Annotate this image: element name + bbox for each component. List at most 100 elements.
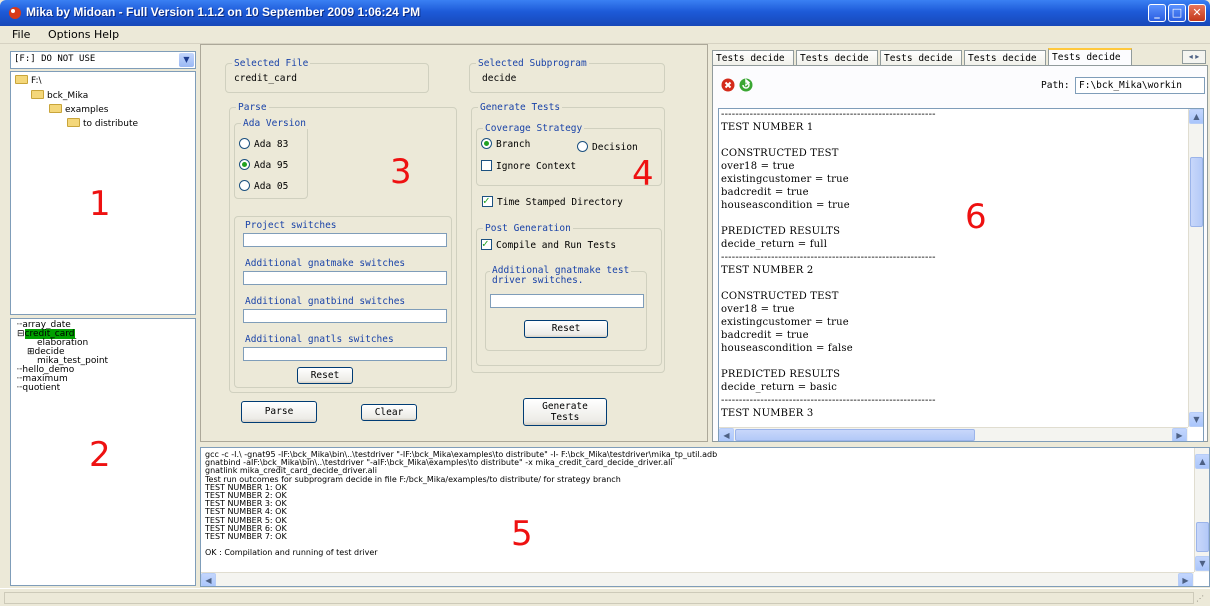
switches-group: Project switches Additional gnatmake swi… — [234, 216, 452, 388]
console-vertical-scrollbar[interactable]: ▲ ▼ — [1194, 448, 1209, 572]
parse-label: Parse — [236, 102, 269, 113]
selected-file-value: credit_card — [234, 73, 297, 84]
time-stamped-checkbox[interactable]: Time Stamped Directory — [482, 194, 623, 208]
drive-select[interactable]: [F:] DO NOT USE ▼ — [10, 51, 196, 69]
gnatmake-switches-input[interactable] — [243, 271, 447, 285]
radio-selected-icon — [481, 138, 492, 149]
generate-tests-label: Generate Tests — [478, 102, 563, 113]
gnatmake-switches-label: Additional gnatmake switches — [245, 258, 406, 269]
radio-icon — [239, 138, 250, 149]
radio-decision[interactable]: Decision — [577, 141, 638, 153]
driver-switches-input[interactable] — [490, 294, 644, 308]
tab-tests-decide-4[interactable]: Tests decide — [964, 50, 1046, 66]
menu-options[interactable]: Options — [48, 28, 90, 41]
test-results-area[interactable]: ----------------------------------------… — [718, 108, 1204, 442]
annotation-5: 5 — [511, 514, 533, 554]
menu-help[interactable]: Help — [94, 28, 119, 41]
ada-version-label: Ada Version — [241, 118, 308, 129]
title-bar[interactable]: Mika by Midoan - Full Version 1.1.2 on 1… — [0, 0, 1210, 26]
parse-group: Parse Ada Version Ada 83 Ada 95 Ada 05 3… — [229, 102, 457, 393]
folder-tree-item[interactable]: to distribute — [67, 118, 138, 129]
tab-bar: Tests decide Tests decide Tests decide T… — [712, 48, 1210, 67]
folder-icon — [15, 75, 28, 84]
menu-bar: File Options Help — [0, 26, 1210, 44]
minimize-button[interactable]: _ — [1148, 4, 1166, 22]
compile-run-checkbox[interactable]: Compile and Run Tests — [481, 237, 616, 251]
program-tree-item[interactable]: ┈quotient — [17, 383, 60, 393]
radio-branch[interactable]: Branch — [481, 138, 530, 150]
folder-tree-item[interactable]: bck_Mika — [31, 90, 88, 101]
scroll-left-icon[interactable]: ◀ — [201, 573, 216, 586]
results-hscroll-thumb[interactable] — [735, 429, 975, 441]
resize-grip-icon[interactable]: ⋰ — [1196, 594, 1204, 603]
generate-reset-button[interactable]: Reset — [524, 320, 608, 338]
gnatbind-switches-input[interactable] — [243, 309, 447, 323]
stop-icon[interactable] — [721, 78, 735, 92]
maximize-button[interactable]: □ — [1168, 4, 1186, 22]
selected-subprogram-value: decide — [482, 73, 517, 84]
selected-file-label: Selected File — [232, 58, 311, 69]
results-scroll-thumb[interactable] — [1190, 157, 1203, 227]
tab-tests-decide-2[interactable]: Tests decide — [796, 50, 878, 66]
driver-switches-group: Additional gnatmake test driver switches.… — [485, 266, 647, 351]
folder-icon — [67, 118, 80, 127]
annotation-3: 3 — [390, 152, 412, 192]
gnatls-switches-label: Additional gnatls switches — [245, 334, 394, 345]
tab-scroll-arrows[interactable]: ◂ ▸ — [1182, 50, 1206, 64]
annotation-6: 6 — [965, 197, 987, 237]
annotation-1: 1 — [89, 184, 111, 224]
scroll-down-icon[interactable]: ▼ — [1189, 412, 1203, 427]
annotation-4: 4 — [632, 154, 654, 194]
folder-tree-item[interactable]: F:\ — [15, 75, 42, 86]
parse-reset-button[interactable]: Reset — [297, 367, 353, 384]
scroll-left-icon[interactable]: ◀ — [719, 428, 734, 441]
scroll-right-icon[interactable]: ▶ — [1172, 428, 1187, 441]
checkbox-icon — [481, 160, 492, 171]
parse-button[interactable]: Parse — [241, 401, 317, 423]
results-horizontal-scrollbar[interactable]: ◀ ▶ — [719, 427, 1188, 441]
console-horizontal-scrollbar[interactable]: ◀ ▶ — [201, 572, 1194, 586]
radio-icon — [239, 180, 250, 191]
folder-tree-item[interactable]: examples — [49, 104, 108, 115]
chevron-down-icon[interactable]: ▼ — [179, 53, 194, 67]
test-results-text: ----------------------------------------… — [721, 109, 936, 419]
results-vertical-scrollbar[interactable]: ▲ ▼ — [1188, 109, 1203, 427]
scroll-up-icon[interactable]: ▲ — [1189, 109, 1203, 124]
radio-ada-05[interactable]: Ada 05 — [239, 180, 288, 192]
tab-tests-decide-1[interactable]: Tests decide — [712, 50, 794, 66]
tab-tests-decide-3[interactable]: Tests decide — [880, 50, 962, 66]
coverage-strategy-label: Coverage Strategy — [483, 123, 585, 134]
ignore-context-checkbox[interactable]: Ignore Context — [481, 160, 576, 172]
app-icon — [9, 7, 21, 19]
radio-ada-83[interactable]: Ada 83 — [239, 138, 288, 150]
radio-selected-icon — [239, 159, 250, 170]
status-cell — [4, 592, 1194, 604]
drive-select-value: [F:] DO NOT USE — [14, 54, 96, 64]
scroll-right-icon[interactable]: ▶ — [1178, 573, 1193, 586]
path-label: Path: — [1041, 80, 1070, 91]
console-text: gcc -c -I.\ -gnat95 -IF:\bck_Mika\bin\..… — [205, 450, 718, 558]
console-scroll-thumb[interactable] — [1196, 522, 1209, 552]
refresh-icon[interactable] — [739, 78, 753, 92]
folder-tree-panel: F:\ bck_Mika examples to distribute 1 — [10, 71, 196, 315]
console-output[interactable]: gcc -c -I.\ -gnat95 -IF:\bck_Mika\bin\..… — [200, 447, 1210, 587]
folder-icon — [31, 90, 44, 99]
annotation-2: 2 — [89, 435, 111, 475]
radio-ada-95[interactable]: Ada 95 — [239, 159, 288, 171]
menu-file[interactable]: File — [12, 28, 30, 41]
project-switches-label: Project switches — [245, 220, 337, 231]
project-switches-input[interactable] — [243, 233, 447, 247]
gnatls-switches-input[interactable] — [243, 347, 447, 361]
ada-version-group: Ada Version Ada 83 Ada 95 Ada 05 — [234, 118, 308, 199]
status-bar: ⋰ — [0, 588, 1210, 606]
folder-icon — [49, 104, 62, 113]
clear-button[interactable]: Clear — [361, 404, 417, 421]
path-field[interactable]: F:\bck_Mika\workin — [1075, 77, 1205, 94]
gnatbind-switches-label: Additional gnatbind switches — [245, 296, 406, 307]
scroll-up-icon[interactable]: ▲ — [1195, 454, 1209, 469]
generate-tests-button[interactable]: Generate Tests — [523, 398, 607, 426]
radio-icon — [577, 141, 588, 152]
scroll-down-icon[interactable]: ▼ — [1195, 556, 1209, 571]
close-button[interactable]: ✕ — [1188, 4, 1206, 22]
window-title: Mika by Midoan - Full Version 1.1.2 on 1… — [26, 5, 421, 19]
